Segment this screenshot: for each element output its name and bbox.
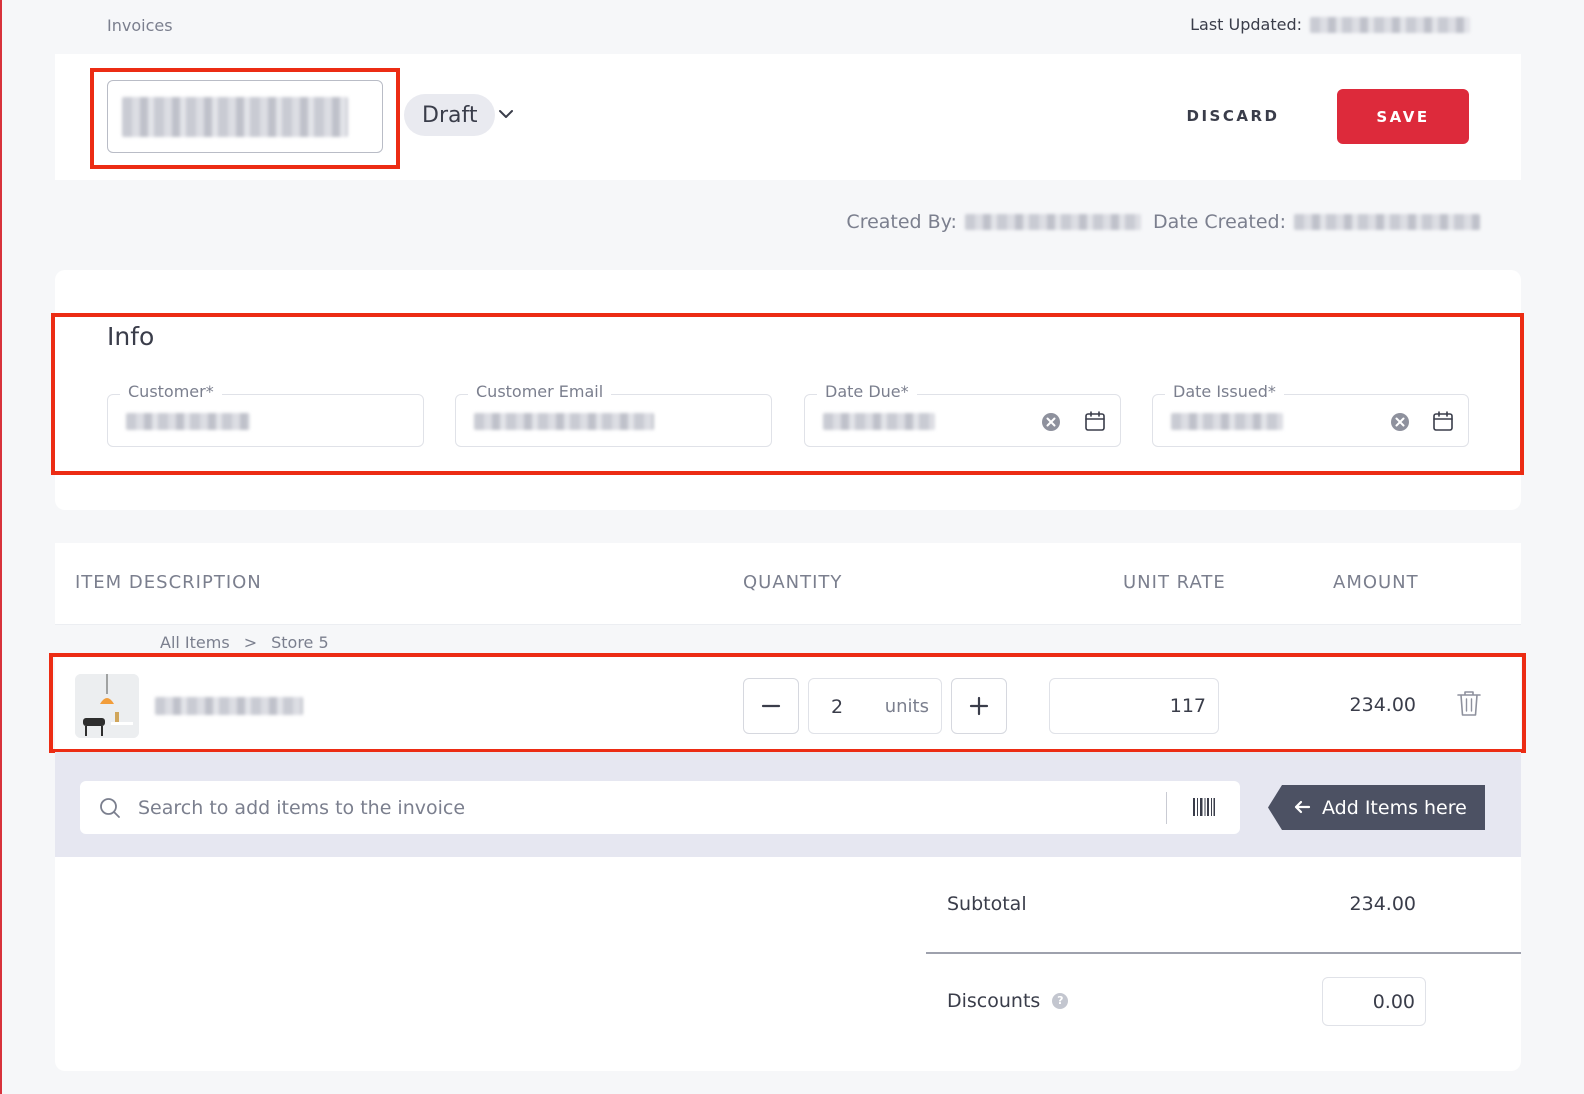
quantity-value: 2 xyxy=(831,696,844,718)
breadcrumb[interactable]: Invoices xyxy=(107,16,173,35)
search-icon xyxy=(100,798,120,818)
breadcrumb-separator: > xyxy=(243,633,258,652)
item-image xyxy=(75,674,139,738)
save-button[interactable]: SAVE xyxy=(1337,89,1469,144)
created-by-redacted xyxy=(964,214,1141,230)
customer-email-redacted xyxy=(474,413,654,430)
discounts-input[interactable]: 0.00 xyxy=(1322,977,1426,1026)
last-updated: Last Updated: xyxy=(1190,15,1470,34)
breadcrumb-all-items[interactable]: All Items xyxy=(160,633,230,652)
item-name-redacted xyxy=(155,697,303,715)
search-divider xyxy=(1166,792,1167,824)
date-due-field[interactable]: Date Due* xyxy=(804,382,1121,447)
quantity-unit: units xyxy=(884,696,929,717)
date-issued-field[interactable]: Date Issued* xyxy=(1152,382,1469,447)
last-updated-value-redacted xyxy=(1310,16,1470,33)
quantity-increase-button[interactable] xyxy=(951,678,1007,734)
quantity-decrease-button[interactable] xyxy=(743,678,799,734)
clear-icon[interactable] xyxy=(1041,412,1061,432)
unit-rate-input[interactable]: 117 xyxy=(1049,678,1219,734)
created-by-label: Created By: xyxy=(846,211,957,233)
last-updated-label: Last Updated: xyxy=(1190,15,1302,34)
column-header-quantity: QUANTITY xyxy=(743,572,843,593)
info-title: Info xyxy=(107,322,155,351)
subtotal-label: Subtotal xyxy=(947,893,1027,915)
quantity-input[interactable]: 2 units xyxy=(808,678,942,734)
column-header-amount: AMOUNT xyxy=(1333,572,1419,593)
customer-email-field[interactable]: Customer Email xyxy=(455,382,772,447)
calendar-icon[interactable] xyxy=(1083,409,1107,433)
discounts-row-label: Discounts ? xyxy=(947,990,1069,1012)
item-amount: 234.00 xyxy=(1349,694,1416,716)
invoice-number-input[interactable] xyxy=(107,80,383,153)
help-icon[interactable]: ? xyxy=(1052,993,1069,1009)
customer-label: Customer* xyxy=(120,382,222,401)
subtotal-value: 234.00 xyxy=(1349,893,1416,915)
totals-card xyxy=(55,857,1521,1071)
chevron-down-icon[interactable] xyxy=(496,104,516,124)
date-created-redacted xyxy=(1294,214,1480,230)
customer-email-label: Customer Email xyxy=(468,382,612,401)
customer-value-redacted xyxy=(126,413,250,430)
created-meta: Created By: Date Created: xyxy=(846,211,1480,233)
column-header-description: ITEM DESCRIPTION xyxy=(75,572,262,593)
column-header-unit-rate: UNIT RATE xyxy=(1123,572,1226,593)
date-issued-label: Date Issued* xyxy=(1165,382,1284,401)
discard-button[interactable]: DISCARD xyxy=(1172,96,1294,136)
discounts-label: Discounts xyxy=(947,990,1041,1012)
clear-icon[interactable] xyxy=(1390,412,1410,432)
item-search-input[interactable] xyxy=(138,791,1158,824)
date-created-label: Date Created: xyxy=(1152,211,1286,233)
calendar-icon[interactable] xyxy=(1431,409,1455,433)
trash-icon[interactable] xyxy=(1456,689,1482,717)
customer-field[interactable]: Customer* xyxy=(107,382,424,447)
info-card xyxy=(55,270,1521,510)
window-edge xyxy=(0,0,2,1094)
minus-icon xyxy=(761,704,781,708)
invoice-number-redacted xyxy=(122,96,348,137)
arrow-left-icon xyxy=(1294,800,1311,814)
totals-divider xyxy=(926,952,1521,954)
breadcrumb-store[interactable]: Store 5 xyxy=(271,633,329,652)
date-due-label: Date Due* xyxy=(817,382,917,401)
date-issued-redacted xyxy=(1171,413,1283,430)
plus-icon xyxy=(969,696,989,716)
item-search-box[interactable] xyxy=(80,781,1240,834)
barcode-icon[interactable] xyxy=(1192,795,1216,819)
date-due-redacted xyxy=(823,413,935,430)
item-thumbnail xyxy=(75,674,139,738)
item-breadcrumb: All Items > Store 5 xyxy=(160,633,329,652)
status-dropdown[interactable]: Draft xyxy=(404,94,496,136)
